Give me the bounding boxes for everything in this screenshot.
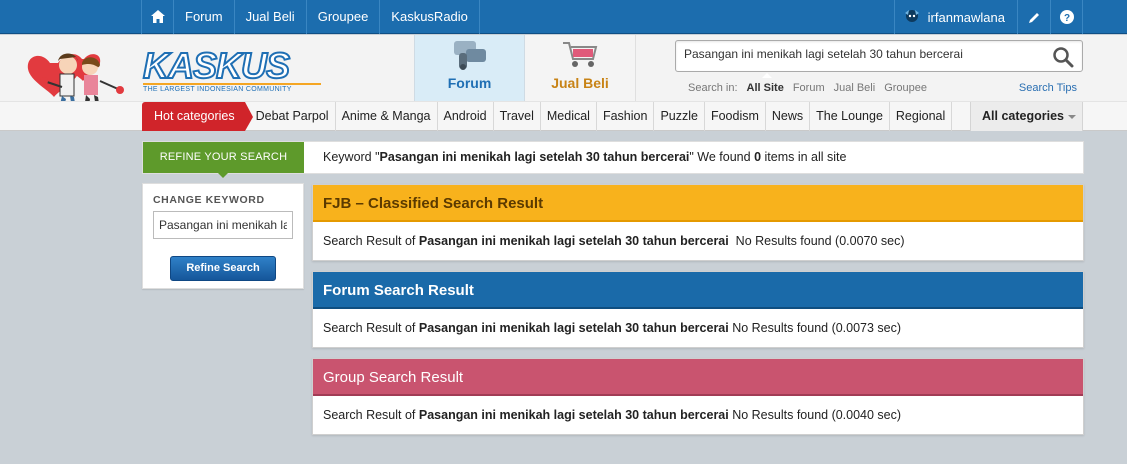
search-box: [675, 40, 1083, 72]
group-result-body: Search Result of Pasangan ini menikah la…: [313, 396, 1083, 434]
category-travel[interactable]: Travel: [494, 102, 541, 131]
kaskus-logo[interactable]: KASKUS THE LARGEST INDONESIAN COMMUNITY: [142, 45, 321, 93]
category-anime-manga[interactable]: Anime & Manga: [336, 102, 438, 131]
user-menu[interactable]: irfanmawlana: [893, 0, 1017, 34]
result-status: No Results found (0.0073 sec): [728, 321, 902, 335]
user-area: irfanmawlana ?: [893, 0, 1083, 34]
category-puzzle[interactable]: Puzzle: [654, 102, 705, 131]
tab-forum[interactable]: Forum: [414, 35, 525, 101]
refine-your-search-label: REFINE YOUR SEARCH: [143, 142, 304, 178]
search-in-options: Search in: All Site Forum Jual Beli Grou…: [688, 82, 927, 94]
forum-result-title: Forum Search Result: [313, 272, 1083, 309]
result-status: No Results found (0.0070 sec): [728, 234, 905, 248]
result-keyword: Pasangan ini menikah lagi setelah 30 tah…: [418, 321, 729, 335]
tab-forum-label: Forum: [447, 75, 492, 91]
result-keyword: Pasangan ini menikah lagi setelah 30 tah…: [418, 408, 729, 422]
category-bar: Hot categories Debat Parpol Anime & Mang…: [0, 101, 1127, 131]
shopping-cart-icon: [563, 42, 598, 67]
fjb-result-panel: FJB – Classified Search Result Search Re…: [312, 184, 1084, 261]
summary-count: 0: [754, 150, 762, 164]
keyword-input[interactable]: [153, 211, 293, 239]
search-in-forum[interactable]: Forum: [793, 82, 825, 94]
change-keyword-title: CHANGE KEYWORD: [153, 194, 265, 206]
result-keyword: Pasangan ini menikah lagi setelah 30 tah…: [418, 234, 729, 248]
category-fashion[interactable]: Fashion: [597, 102, 655, 131]
forum-icon: [453, 41, 486, 70]
category-list: Hot categories Debat Parpol Anime & Mang…: [142, 102, 953, 131]
top-navbar: Forum Jual Beli Groupee KaskusRadio irfa…: [0, 0, 1127, 34]
avatar-icon: [904, 10, 919, 22]
pencil-icon: [1028, 12, 1039, 23]
home-icon: [150, 10, 165, 23]
result-prefix: Search Result of: [323, 408, 419, 422]
group-result-title: Group Search Result: [313, 359, 1083, 396]
topnav-jual-beli[interactable]: Jual Beli: [233, 0, 306, 34]
help-icon: ?: [1059, 10, 1074, 24]
search-in-all-site[interactable]: All Site: [747, 82, 784, 94]
search-icon[interactable]: [1052, 46, 1074, 68]
top-nav: Forum Jual Beli Groupee KaskusRadio: [141, 0, 480, 34]
summary-prefix: Keyword ": [323, 150, 380, 164]
chevron-down-icon: [1067, 114, 1076, 119]
search-in-jual-beli[interactable]: Jual Beli: [834, 82, 876, 94]
site-header: KASKUS THE LARGEST INDONESIAN COMMUNITY …: [0, 35, 1127, 123]
tab-jual-beli[interactable]: Jual Beli: [525, 35, 636, 101]
search-in-label: Search in:: [688, 82, 738, 94]
topnav-groupee[interactable]: Groupee: [305, 0, 380, 34]
refine-bar: REFINE YOUR SEARCH Keyword "Pasangan ini…: [142, 141, 1084, 178]
logo-text: KASKUS: [142, 45, 291, 86]
edit-button[interactable]: [1017, 0, 1050, 34]
summary-suffix: items in all site: [761, 150, 847, 164]
section-tabs: Forum Jual Beli: [414, 35, 636, 101]
category-news[interactable]: News: [766, 102, 811, 131]
search-summary: Keyword "Pasangan ini menikah lagi setel…: [323, 142, 846, 173]
change-keyword-panel: CHANGE KEYWORD Refine Search: [142, 183, 304, 289]
all-categories-dropdown[interactable]: All categories: [970, 102, 1083, 131]
summary-mid: " We found: [689, 150, 755, 164]
category-the-lounge[interactable]: The Lounge: [810, 102, 890, 131]
group-result-panel: Group Search Result Search Result of Pas…: [312, 358, 1084, 435]
fjb-result-title: FJB – Classified Search Result: [313, 185, 1083, 222]
tab-jual-beli-label: Jual Beli: [551, 75, 609, 91]
topnav-forum[interactable]: Forum: [173, 0, 234, 34]
search-input[interactable]: [684, 47, 1044, 61]
search-in-caret: [762, 73, 772, 78]
result-prefix: Search Result of: [323, 234, 419, 248]
category-android[interactable]: Android: [438, 102, 494, 131]
summary-keyword: Pasangan ini menikah lagi setelah 30 tah…: [379, 150, 690, 164]
refine-search-button[interactable]: Refine Search: [170, 256, 276, 281]
svg-text:?: ?: [1063, 13, 1069, 24]
search-tips-link[interactable]: Search Tips: [1019, 82, 1077, 94]
search-in-groupee[interactable]: Groupee: [884, 82, 927, 94]
forum-result-body: Search Result of Pasangan ini menikah la…: [313, 309, 1083, 347]
category-regional[interactable]: Regional: [890, 102, 953, 131]
help-button[interactable]: ?: [1050, 0, 1083, 34]
home-button[interactable]: [141, 0, 173, 34]
hot-categories-button[interactable]: Hot categories: [142, 102, 253, 131]
all-categories-label: All categories: [982, 109, 1064, 123]
topnav-kaskusradio[interactable]: KaskusRadio: [379, 0, 480, 34]
result-status: No Results found (0.0040 sec): [728, 408, 902, 422]
category-foodism[interactable]: Foodism: [705, 102, 766, 131]
username: irfanmawlana: [927, 9, 1005, 25]
forum-result-panel: Forum Search Result Search Result of Pas…: [312, 271, 1084, 348]
fjb-result-body: Search Result of Pasangan ini menikah la…: [313, 222, 1083, 260]
category-medical[interactable]: Medical: [541, 102, 597, 131]
result-prefix: Search Result of: [323, 321, 419, 335]
category-debat-parpol[interactable]: Debat Parpol: [245, 102, 336, 131]
